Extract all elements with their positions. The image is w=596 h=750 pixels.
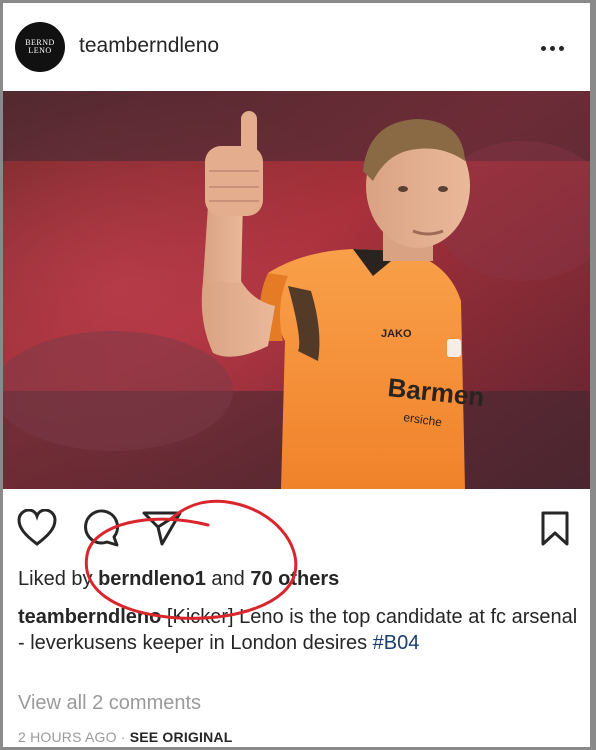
bookmark-icon[interactable]	[541, 511, 569, 547]
photo-illustration: JAKO Barmen ersiche	[3, 91, 590, 489]
comment-icon[interactable]	[81, 508, 121, 548]
instagram-post-card: BERND LENO teamberndleno JAKO Barmen ers…	[3, 3, 590, 747]
view-comments-link[interactable]: View all 2 comments	[18, 692, 201, 715]
more-horizontal-icon[interactable]	[541, 43, 571, 53]
avatar[interactable]: BERND LENO	[15, 22, 65, 72]
post-caption: teamberndleno [Kicker] Leno is the top c…	[18, 604, 578, 656]
likes-summary[interactable]: Liked by berndleno1 and 70 others	[18, 568, 339, 591]
likes-others[interactable]: 70 others	[250, 568, 339, 590]
jersey-brand: JAKO	[381, 328, 412, 340]
likes-prefix: Liked by	[18, 568, 99, 590]
post-photo[interactable]: JAKO Barmen ersiche	[3, 91, 590, 489]
caption-username[interactable]: teamberndleno	[18, 606, 161, 628]
caption-hashtag[interactable]: #B04	[373, 632, 420, 654]
paper-plane-icon[interactable]	[141, 509, 183, 547]
likes-middle: and	[205, 568, 251, 590]
see-original-link[interactable]: SEE ORIGINAL	[130, 729, 233, 745]
post-header: BERND LENO teamberndleno	[3, 3, 590, 91]
timestamp-text: 2 HOURS AGO	[18, 729, 117, 745]
post-timestamp: 2 HOURS AGO · SEE ORIGINAL	[18, 729, 232, 745]
post-actions	[3, 489, 590, 559]
avatar-text-line2: LENO	[28, 46, 52, 55]
timestamp-separator: ·	[116, 729, 130, 745]
likes-user[interactable]: berndleno1	[98, 568, 206, 590]
post-username[interactable]: teamberndleno	[79, 34, 219, 58]
heart-icon[interactable]	[17, 509, 57, 547]
